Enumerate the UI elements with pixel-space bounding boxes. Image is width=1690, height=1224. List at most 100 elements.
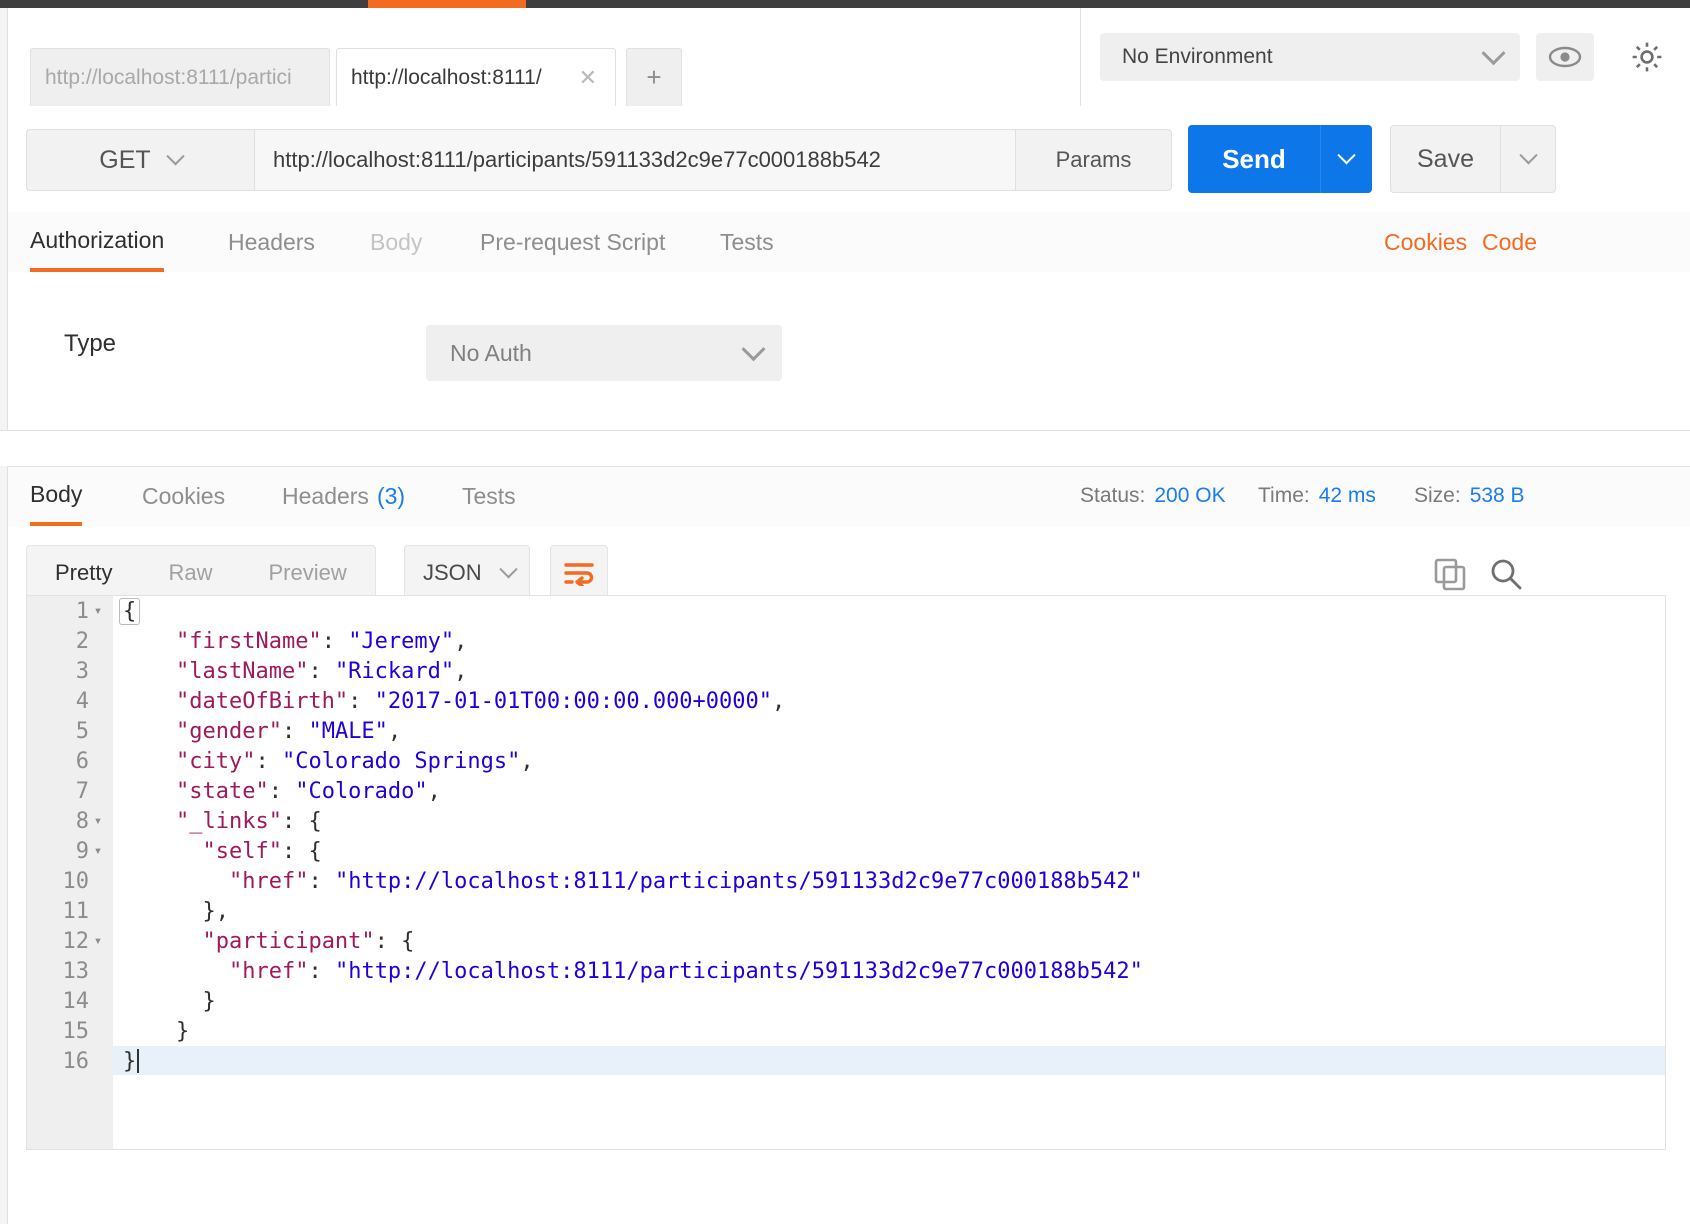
response-time: Time: 42 ms <box>1258 466 1376 526</box>
settings-button[interactable] <box>1618 33 1676 81</box>
response-body-editor[interactable]: 1 ▾ 2 3 4 5 6 7 8 ▾ 9 ▾ 10 11 12 ▾ 13 14 15 16 { "firstName… <box>26 595 1666 1075</box>
window-bottom-strip <box>0 1150 1690 1224</box>
chevron-down-icon <box>1481 40 1506 65</box>
editor-code-line[interactable]: { <box>113 596 1665 626</box>
json-string-value: "Jeremy" <box>348 628 455 654</box>
auth-type-select[interactable]: No Auth <box>426 325 782 381</box>
params-button[interactable]: Params <box>1016 129 1172 191</box>
sidebar-edge-resptabs <box>0 466 8 526</box>
authorization-panel <box>0 272 1690 431</box>
editor-code-area[interactable]: { "firstName": "Jeremy", "lastName": "Ri… <box>113 596 1665 1075</box>
json-key: "participant" <box>202 928 375 954</box>
code-link[interactable]: Code <box>1482 212 1537 272</box>
request-tab-active[interactable]: http://localhost:8111/ ✕ <box>336 48 616 106</box>
environment-select[interactable]: No Environment <box>1100 33 1520 81</box>
search-response-button[interactable] <box>1484 552 1528 596</box>
response-size: Size: 538 B <box>1414 466 1525 526</box>
request-tab-inactive-label: http://localhost:8111/partici <box>45 65 292 89</box>
editor-code-line[interactable]: } <box>113 1016 1665 1046</box>
fold-arrow-icon[interactable]: ▾ <box>89 933 107 949</box>
editor-gutter-footer <box>27 1075 113 1149</box>
environment-quick-look-button[interactable] <box>1536 33 1594 81</box>
response-tab-body[interactable]: Body <box>30 466 83 526</box>
line-number-value: 5 <box>75 718 89 744</box>
auth-type-value: No Auth <box>450 339 532 366</box>
response-tab-body-label: Body <box>30 480 83 507</box>
tabbar-divider <box>1080 8 1081 106</box>
response-size-label: Size: <box>1414 484 1461 507</box>
editor-code-line[interactable]: "dateOfBirth": "2017-01-01T00:00:00.000+… <box>113 686 1665 716</box>
line-number-value: 9 <box>75 838 89 864</box>
editor-code-line[interactable]: "href": "http://localhost:8111/participa… <box>113 866 1665 896</box>
save-options-button[interactable] <box>1500 125 1556 193</box>
editor-code-line[interactable]: "lastName": "Rickard", <box>113 656 1665 686</box>
editor-line-number-gutter: 1 ▾ 2 3 4 5 6 7 8 ▾ 9 ▾ 10 11 12 ▾ 13 14 15 16 <box>27 596 113 1075</box>
json-punctuation: } <box>123 1018 190 1044</box>
sidebar-edge-reqtabs <box>0 212 8 272</box>
json-punctuation <box>123 929 202 954</box>
cookies-link[interactable]: Cookies <box>1384 212 1467 272</box>
editor-code-line[interactable]: "participant": { <box>113 926 1665 956</box>
fold-arrow-icon[interactable]: ▾ <box>89 603 107 619</box>
copy-icon <box>1434 558 1466 591</box>
json-punctuation: : <box>321 628 349 654</box>
editor-code-line[interactable]: }, <box>113 896 1665 926</box>
response-tab-cookies[interactable]: Cookies <box>142 466 225 526</box>
line-number-value: 1 <box>75 598 89 624</box>
tab-headers[interactable]: Headers <box>228 212 315 272</box>
tab-tests[interactable]: Tests <box>720 212 774 272</box>
window-chrome-strip <box>0 0 1690 8</box>
save-button[interactable]: Save <box>1390 125 1500 193</box>
line-number-value: 16 <box>62 1048 90 1074</box>
format-preview-button[interactable]: Preview <box>240 546 374 600</box>
editor-code-line[interactable]: "self": { <box>113 836 1665 866</box>
editor-code-line[interactable]: } <box>113 1046 1665 1075</box>
request-tab-inactive[interactable]: http://localhost:8111/partici <box>30 48 330 106</box>
json-punctuation <box>123 719 176 744</box>
format-pretty-button[interactable]: Pretty <box>27 546 140 600</box>
tab-pre-request-script[interactable]: Pre-request Script <box>480 212 665 272</box>
send-button[interactable]: Send <box>1188 125 1320 193</box>
request-url-input[interactable]: http://localhost:8111/participants/59113… <box>254 129 1016 191</box>
editor-code-line[interactable]: "state": "Colorado", <box>113 776 1665 806</box>
sidebar-edge-tabbar <box>0 8 8 106</box>
editor-code-line[interactable]: "href": "http://localhost:8111/participa… <box>113 956 1665 986</box>
json-punctuation: }, <box>123 898 229 924</box>
copy-response-button[interactable] <box>1428 552 1472 596</box>
editor-line-number: 5 <box>27 716 113 746</box>
word-wrap-button[interactable] <box>550 545 608 601</box>
editor-code-line[interactable]: "_links": { <box>113 806 1665 836</box>
line-number-value: 3 <box>75 658 89 684</box>
tab-authorization[interactable]: Authorization <box>30 212 165 272</box>
http-method-select[interactable]: GET <box>26 129 254 191</box>
eye-icon <box>1548 46 1582 68</box>
new-tab-button[interactable]: + <box>626 48 682 106</box>
editor-code-line[interactable]: } <box>113 986 1665 1016</box>
json-punctuation <box>123 809 176 834</box>
editor-line-number: 16 <box>27 1046 113 1075</box>
fold-arrow-icon[interactable]: ▾ <box>89 843 107 859</box>
json-key: "href" <box>228 868 309 894</box>
response-tab-tests[interactable]: Tests <box>462 466 516 526</box>
response-time-label: Time: <box>1258 484 1310 507</box>
tab-body[interactable]: Body <box>370 212 422 272</box>
editor-line-number: 6 <box>27 746 113 776</box>
format-raw-button[interactable]: Raw <box>140 546 240 600</box>
fold-arrow-icon[interactable]: ▾ <box>89 813 107 829</box>
chevron-down-icon <box>499 559 518 578</box>
close-icon[interactable]: ✕ <box>571 66 605 89</box>
response-tab-headers[interactable]: Headers (3) <box>282 466 405 526</box>
line-number-value: 7 <box>75 778 89 804</box>
json-punctuation: : { <box>374 928 415 954</box>
editor-code-line[interactable]: "firstName": "Jeremy", <box>113 626 1665 656</box>
editor-code-line[interactable]: "city": "Colorado Springs", <box>113 746 1665 776</box>
chevron-down-icon <box>166 146 185 165</box>
json-string-value: "http://localhost:8111/participants/5911… <box>334 868 1143 894</box>
environment-selected-label: No Environment <box>1122 45 1273 68</box>
send-options-button[interactable] <box>1320 125 1372 193</box>
json-punctuation: : <box>308 958 335 984</box>
response-language-select[interactable]: JSON <box>404 545 530 601</box>
send-label: Send <box>1222 143 1286 174</box>
editor-line-number: 14 <box>27 986 113 1016</box>
editor-code-line[interactable]: "gender": "MALE", <box>113 716 1665 746</box>
